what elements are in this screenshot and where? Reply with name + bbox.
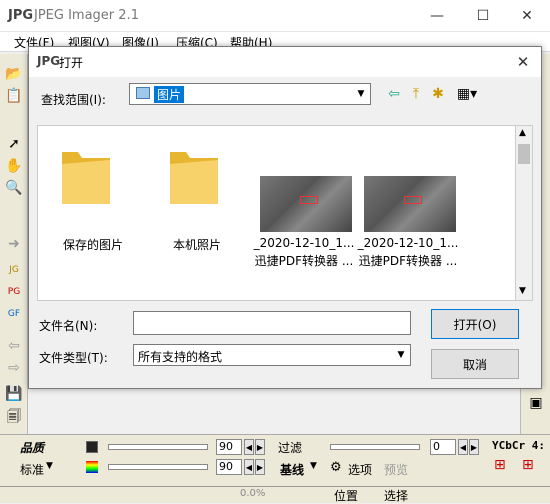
increment-icon[interactable]: ▶: [255, 439, 265, 455]
dialog-app-icon: JPG: [37, 54, 61, 68]
color-space-label: YCbCr 4:: [492, 439, 545, 452]
up-folder-icon[interactable]: ⤒: [406, 85, 426, 103]
quality-label: 品质: [20, 441, 45, 455]
standard-dropdown-icon[interactable]: ▼: [46, 461, 53, 471]
resize-icon[interactable]: ⊞: [494, 457, 506, 473]
folder-label[interactable]: 本机照片: [152, 236, 242, 253]
resize-icon[interactable]: ⊞: [522, 457, 534, 473]
app-title: JPEG Imager 2.1: [34, 8, 139, 23]
scroll-thumb[interactable]: [518, 144, 530, 164]
filename-input[interactable]: [133, 311, 411, 335]
open-icon[interactable]: 📂: [4, 64, 24, 84]
app-title-bar: JPG JPEG Imager 2.1 — ☐ ✕: [0, 0, 550, 32]
view-menu-icon[interactable]: ▦▾: [452, 85, 482, 103]
image-thumbnail[interactable]: [260, 176, 352, 232]
scroll-down-icon[interactable]: ▼: [519, 286, 526, 296]
look-in-dropdown[interactable]: 图片 ▼: [129, 83, 371, 105]
increment-icon[interactable]: ▶: [469, 439, 479, 455]
grayscale-icon: [86, 441, 98, 453]
dialog-title-bar: JPG 打开 ✕: [29, 47, 541, 77]
decrement-icon[interactable]: ◀: [244, 459, 254, 475]
gif-icon[interactable]: GF: [4, 304, 24, 324]
look-in-label: 查找范围(I):: [41, 93, 106, 107]
thumbnail-mark: [300, 196, 318, 204]
left-toolbar: 📂 📋 ➚ ✋ 🔍 ➜ JG PG GF ⇦ ⇨ 💾 🗐: [0, 54, 28, 434]
increment-icon[interactable]: ▶: [255, 459, 265, 475]
back-icon[interactable]: ⇦: [4, 336, 24, 356]
pictures-folder-icon: [136, 87, 150, 99]
pdf-icon[interactable]: PG: [4, 282, 24, 302]
paste-icon[interactable]: 📋: [4, 86, 24, 106]
baseline-label[interactable]: 基线: [280, 461, 304, 478]
image-label-line1[interactable]: _2020-12-10_1...: [252, 236, 356, 250]
arrow-right-icon[interactable]: ➜: [4, 234, 24, 254]
image-label-line2[interactable]: 迅捷PDF转换器 ...: [356, 252, 460, 269]
filter-label: 过滤: [278, 441, 303, 455]
file-list: 保存的图片 本机照片 _2020-12-10_1... 迅捷PDF转换器 ...…: [37, 125, 523, 301]
filetype-label: 文件类型(T):: [39, 351, 108, 365]
image-label-line1[interactable]: _2020-12-10_1...: [356, 236, 460, 250]
filetype-value: 所有支持的格式: [138, 350, 223, 364]
status-bar: 0.0% 位置 选择: [0, 486, 550, 503]
quality-slider-1[interactable]: [108, 444, 208, 450]
save-icon[interactable]: 💾: [4, 384, 24, 404]
back-arrow-icon[interactable]: ⇦: [384, 85, 404, 103]
forward-icon[interactable]: ⇨: [4, 358, 24, 378]
folder-icon[interactable]: [60, 146, 112, 206]
scroll-up-icon[interactable]: ▲: [519, 128, 526, 138]
pointer-icon[interactable]: ➚: [4, 134, 24, 154]
color-icon: [86, 461, 98, 473]
maximize-button[interactable]: ☐: [460, 0, 506, 32]
status-value: 0.0%: [240, 488, 266, 499]
file-list-scrollbar[interactable]: ▲ ▼: [515, 125, 533, 301]
decrement-icon[interactable]: ◀: [458, 439, 468, 455]
quality-slider-2[interactable]: [108, 464, 208, 470]
standard-label[interactable]: 标准: [20, 461, 44, 478]
dialog-title: 打开: [59, 56, 84, 70]
options-label[interactable]: 选项: [348, 461, 372, 478]
cancel-button[interactable]: 取消: [431, 349, 519, 379]
gear-icon[interactable]: ⚙: [330, 460, 342, 475]
preview-label[interactable]: 预览: [384, 461, 408, 478]
position-label: 位置: [334, 489, 359, 503]
selection-label: 选择: [384, 489, 409, 503]
zoom-icon[interactable]: 🔍: [4, 178, 24, 198]
folder-icon[interactable]: [168, 146, 220, 206]
minimize-button[interactable]: —: [414, 0, 460, 32]
hand-icon[interactable]: ✋: [4, 156, 24, 176]
close-button[interactable]: ✕: [504, 0, 550, 32]
open-dialog: JPG 打开 ✕ 查找范围(I): 图片 ▼ ⇦ ⤒ ✱ ▦▾ 保存的图片 本机…: [28, 46, 542, 389]
chevron-down-icon[interactable]: ▼: [394, 347, 408, 363]
jpg-icon[interactable]: JG: [4, 260, 24, 280]
decrement-icon[interactable]: ◀: [244, 439, 254, 455]
thumbnail-mark: [404, 196, 422, 204]
dialog-close-button[interactable]: ✕: [511, 51, 535, 73]
new-folder-icon[interactable]: ✱: [428, 85, 448, 103]
tool-icon[interactable]: ▣: [526, 394, 546, 412]
open-button[interactable]: 打开(O): [431, 309, 519, 339]
filetype-dropdown[interactable]: 所有支持的格式 ▼: [133, 344, 411, 366]
baseline-dropdown-icon[interactable]: ▼: [310, 461, 317, 471]
folder-label[interactable]: 保存的图片: [48, 236, 138, 253]
quality-input-1[interactable]: 90: [216, 439, 242, 455]
filename-label: 文件名(N):: [39, 319, 98, 333]
filter-input[interactable]: 0: [430, 439, 456, 455]
image-label-line2[interactable]: 迅捷PDF转换器 ...: [252, 252, 356, 269]
app-icon: JPG: [8, 8, 34, 23]
copy-icon[interactable]: 🗐: [4, 408, 24, 428]
quality-input-2[interactable]: 90: [216, 459, 242, 475]
compression-panel: 品质 标准 ▼ 90 ◀ ▶ 90 ◀ ▶ 过滤 0 ◀ ▶ 基线 ▼ ⚙ 选项…: [0, 434, 550, 486]
filter-slider[interactable]: [330, 444, 420, 450]
chevron-down-icon[interactable]: ▼: [354, 86, 368, 102]
image-thumbnail[interactable]: [364, 176, 456, 232]
look-in-value: 图片: [154, 86, 185, 103]
